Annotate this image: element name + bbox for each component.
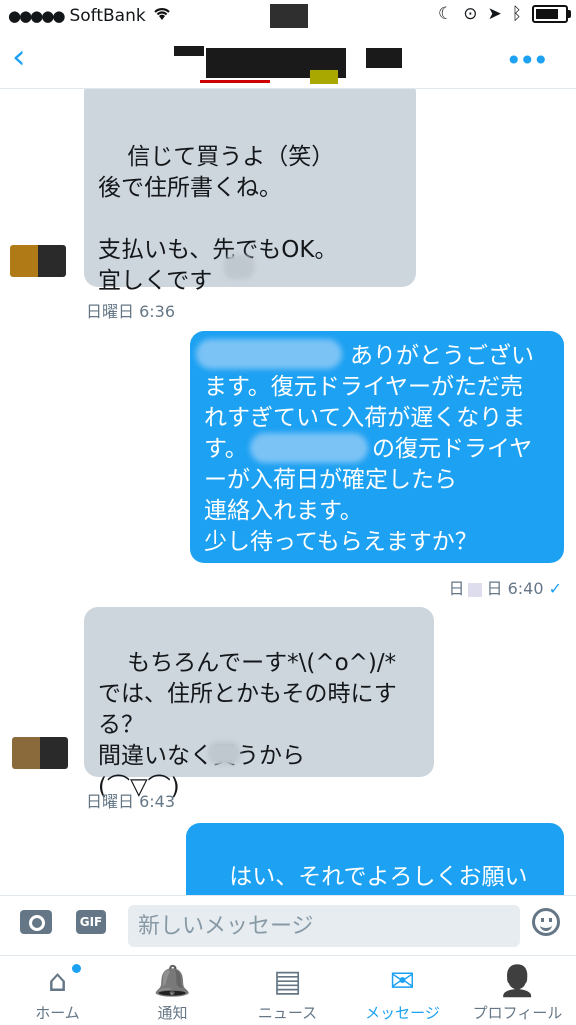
back-button[interactable]: ‹ <box>12 40 26 74</box>
profile-icon: 👤 <box>498 964 537 999</box>
redacted-conversation-title <box>170 44 440 84</box>
read-receipt-icon: ✓ <box>548 579 562 598</box>
tab-news[interactable]: ▤ ニュース <box>230 962 345 1023</box>
received-message[interactable]: もちろんでーす*\(^o^)/* では、住所とかもその時にす る？ 間違いなく買… <box>84 607 434 800</box>
emoji-icon[interactable] <box>532 908 560 936</box>
carrier-label: SoftBank <box>69 5 146 26</box>
redacted-emoji <box>208 741 240 765</box>
moon-icon: ☾ <box>438 4 454 24</box>
message-timestamp: 日曜日 6:43 <box>86 792 176 811</box>
message-composer: GIF <box>0 895 576 956</box>
redacted-text <box>196 339 342 369</box>
message-thread[interactable]: 信じて買うよ（笑） 後で住所書くね。 支払いも、先でもOK。 宜しくです 日曜日… <box>0 89 576 895</box>
envelope-icon: ✉ <box>389 964 416 999</box>
home-icon: ⌂ <box>47 964 68 999</box>
wifi-icon <box>152 5 172 26</box>
redacted-emoji <box>224 255 254 279</box>
sent-message[interactable]: はい、それでよろしくお願いし ます。ありがとうねー＼(^o^)／ <box>186 823 564 895</box>
signal-icon: ●●●●● <box>8 6 65 25</box>
sent-message-line1: ありがとうござい <box>350 343 534 369</box>
more-options-button[interactable]: ••• <box>505 44 549 77</box>
avatar <box>12 737 68 769</box>
tab-notifications[interactable]: 🔔 通知 <box>115 962 230 1023</box>
rotation-lock-icon: ⊙ <box>463 4 478 24</box>
camera-icon[interactable] <box>20 910 52 934</box>
gif-button[interactable]: GIF <box>76 910 106 934</box>
bluetooth-icon: ᛒ <box>511 4 522 24</box>
battery-icon <box>532 5 571 23</box>
tab-bar: ⌂ ホーム 🔔 通知 ▤ ニュース ✉ メッセージ 👤 プロフィール <box>0 955 576 1025</box>
unread-dot <box>72 964 81 973</box>
message-timestamp: 日日 6:40 ✓ <box>448 579 562 598</box>
tab-home[interactable]: ⌂ ホーム <box>0 962 115 1023</box>
message-timestamp: 日曜日 6:36 <box>86 302 176 321</box>
news-icon: ▤ <box>273 964 302 999</box>
tab-profile[interactable]: 👤 プロフィール <box>460 962 575 1023</box>
sent-message-end: ーが入荷日が確定したら 連絡入れます。 少し待ってもらえますか？ <box>204 467 478 555</box>
message-input[interactable] <box>128 905 520 947</box>
conversation-header: ‹ ••• <box>0 32 576 89</box>
tab-messages[interactable]: ✉ メッセージ <box>345 962 460 1023</box>
avatar <box>10 245 66 277</box>
redacted-time <box>270 4 308 28</box>
status-bar: ●●●●● SoftBank ☾ ⊙ ➤ ᛒ <box>0 0 576 32</box>
bell-icon: 🔔 <box>153 964 192 999</box>
location-icon: ➤ <box>487 4 502 24</box>
sent-message-fragment: の復元ドライヤ <box>372 436 533 462</box>
